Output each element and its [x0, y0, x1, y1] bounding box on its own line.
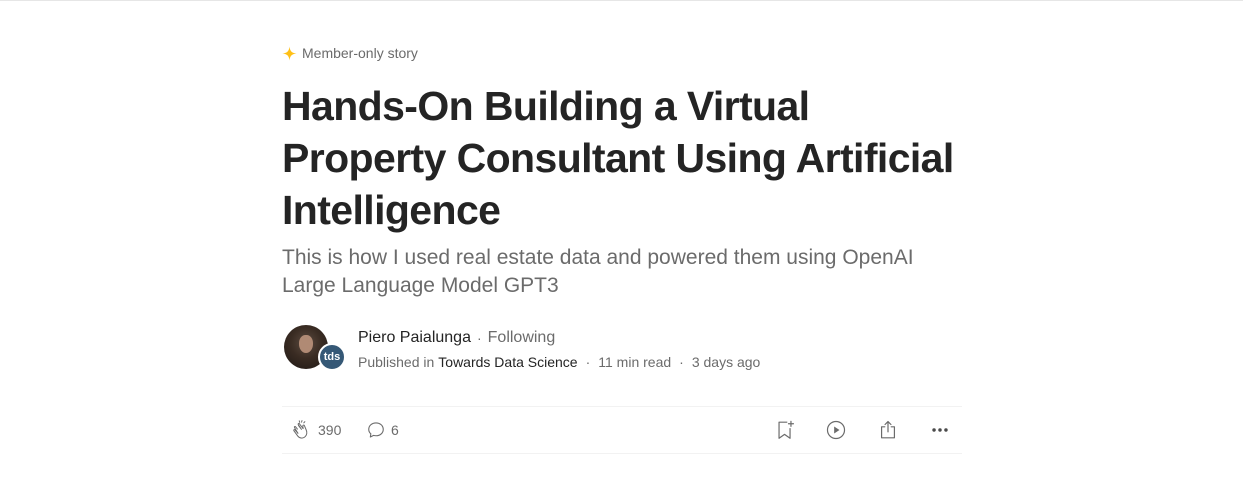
clap-count: 390: [318, 422, 342, 438]
avatar-face: [299, 335, 313, 353]
article-action-bar: 390 6: [282, 406, 962, 454]
more-icon: [929, 419, 951, 441]
comment-icon: [366, 420, 386, 440]
publication-line: Published in Towards Data Science · 11 m…: [358, 353, 760, 371]
author-name[interactable]: Piero Paialunga: [358, 328, 471, 348]
clap-icon: [291, 419, 313, 441]
play-icon: [825, 419, 847, 441]
article-title: Hands-On Building a Virtual Property Con…: [282, 83, 954, 233]
response-count: 6: [391, 422, 399, 438]
post-date: 3 days ago: [691, 354, 761, 370]
read-time: 11 min read: [598, 354, 672, 370]
separator-dot: ·: [679, 354, 684, 370]
publication-name[interactable]: Towards Data Science: [438, 353, 577, 371]
listen-button[interactable]: [825, 407, 847, 453]
share-button[interactable]: [877, 407, 899, 453]
article-subtitle: This is how I used real estate data and …: [282, 246, 914, 297]
member-only-text: Member-only story: [302, 45, 418, 61]
member-only-label: Member-only story: [282, 44, 418, 62]
responses-button[interactable]: 6: [366, 407, 399, 453]
published-in-label: Published in: [358, 354, 435, 370]
author-byline: tds Piero Paialunga · Following Publishe…: [282, 324, 962, 372]
star-icon: [282, 45, 297, 61]
separator-dot: ·: [585, 354, 591, 370]
author-line: Piero Paialunga · Following: [358, 328, 555, 348]
separator-dot: ·: [476, 330, 482, 346]
more-options-button[interactable]: [929, 407, 951, 453]
publication-badge[interactable]: tds: [318, 343, 346, 371]
clap-button[interactable]: 390: [291, 407, 341, 453]
top-divider: [0, 0, 1243, 1]
follow-status-button[interactable]: Following: [488, 328, 556, 348]
share-icon: [877, 419, 899, 441]
save-button[interactable]: [774, 407, 796, 453]
bookmark-add-icon: [774, 419, 796, 441]
